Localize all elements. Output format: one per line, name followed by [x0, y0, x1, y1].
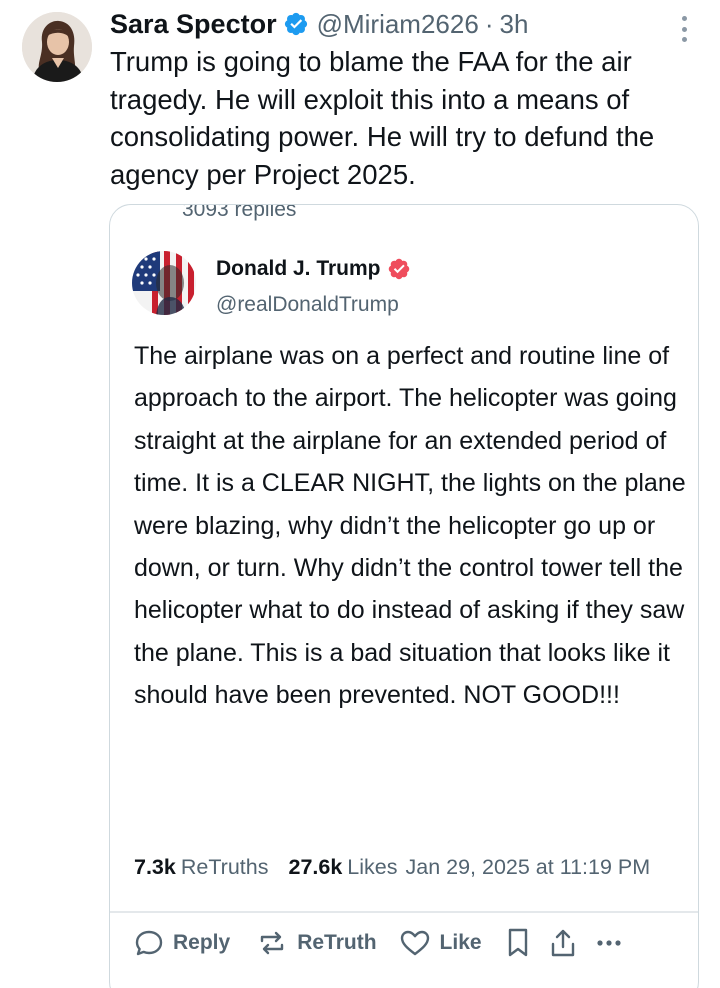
- share-button[interactable]: [548, 927, 578, 959]
- share-icon: [551, 929, 574, 957]
- more-options-button[interactable]: [594, 928, 624, 958]
- verified-badge-icon: [388, 258, 409, 280]
- divider: [110, 911, 698, 913]
- quoted-author-handle[interactable]: @realDonaldTrump: [216, 293, 399, 317]
- likes-label[interactable]: Likes: [347, 855, 397, 880]
- like-label: Like: [439, 931, 482, 954]
- tweet-text: Trump is going to blame the FAA for the …: [110, 46, 655, 190]
- retruth-arrows-icon: [260, 931, 284, 955]
- author-handle[interactable]: @Miriam2626: [317, 9, 479, 40]
- quoted-post-text: The airplane was on a perfect and routin…: [134, 342, 686, 710]
- reply-label: Reply: [173, 931, 231, 954]
- quoted-name-row: Donald J. Trump: [216, 257, 411, 281]
- post-stats: 7.3k ReTruths 27.6k Likes Jan 29, 2025 a…: [134, 855, 650, 880]
- retruths-label[interactable]: ReTruths: [181, 855, 269, 880]
- likes-count[interactable]: 27.6k: [288, 855, 342, 880]
- bookmark-button[interactable]: [504, 927, 532, 959]
- retruth-button[interactable]: ReTruth: [256, 928, 377, 958]
- post-date: Jan 29, 2025 at 11:19 PM: [405, 855, 651, 879]
- quoted-author-name[interactable]: Donald J. Trump: [216, 257, 381, 281]
- post-time[interactable]: 3h: [499, 9, 528, 40]
- quoted-author-avatar[interactable]: [132, 251, 196, 315]
- retruths-count[interactable]: 7.3k: [134, 855, 176, 880]
- author-avatar[interactable]: [22, 12, 92, 82]
- verified-badge-icon: [284, 12, 307, 36]
- tweet-header: Sara Spector @Miriam2626 · 3h: [110, 6, 528, 42]
- separator-dot: ·: [484, 8, 494, 39]
- reply-button[interactable]: Reply: [134, 928, 230, 958]
- heart-icon: [400, 930, 429, 956]
- replies-count: 3093 replies: [182, 204, 297, 221]
- like-button[interactable]: Like: [399, 928, 482, 958]
- action-bar: Reply ReTruth Like: [134, 927, 624, 959]
- author-name[interactable]: Sara Spector: [110, 9, 277, 40]
- more-vertical-icon[interactable]: [674, 12, 694, 46]
- quoted-post-card[interactable]: 3093 replies Donald J. Trump @realDonald…: [109, 204, 699, 988]
- speech-bubble-icon: [135, 930, 163, 956]
- retruth-label: ReTruth: [297, 931, 377, 954]
- bookmark-icon: [508, 928, 527, 957]
- more-horizontal-icon: [596, 940, 621, 946]
